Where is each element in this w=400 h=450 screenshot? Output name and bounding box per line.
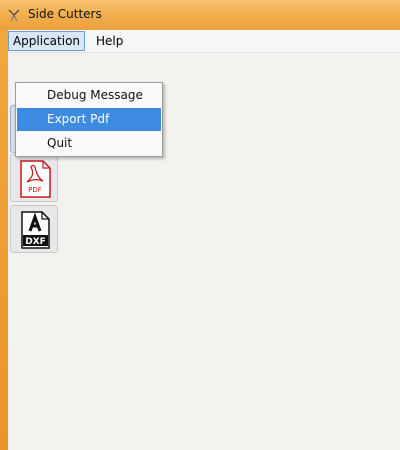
app-window: Side Cutters Application Help PDF DXF De… xyxy=(0,0,400,450)
dxf-file-icon: DXF xyxy=(21,211,50,249)
menu-application[interactable]: Application xyxy=(8,31,85,51)
pdf-icon-label: PDF xyxy=(28,186,42,194)
pdf-file-icon: PDF xyxy=(20,160,51,198)
menu-bar: Application Help xyxy=(8,30,400,53)
export-pdf-button[interactable]: PDF xyxy=(10,154,58,202)
menu-item-quit[interactable]: Quit xyxy=(17,132,161,155)
dxf-icon-label: DXF xyxy=(25,237,46,247)
title-bar[interactable]: Side Cutters xyxy=(0,0,400,30)
window-title: Side Cutters xyxy=(28,7,102,21)
app-icon xyxy=(8,9,20,22)
menu-item-debug-message[interactable]: Debug Message xyxy=(17,84,161,107)
menu-item-export-pdf[interactable]: Export Pdf xyxy=(17,108,161,131)
client-area: Application Help PDF DXF Debug Message E… xyxy=(8,30,400,450)
menu-help[interactable]: Help xyxy=(92,31,127,51)
export-dxf-button[interactable]: DXF xyxy=(10,205,58,253)
application-menu-dropdown: Debug Message Export Pdf Quit xyxy=(15,82,163,157)
